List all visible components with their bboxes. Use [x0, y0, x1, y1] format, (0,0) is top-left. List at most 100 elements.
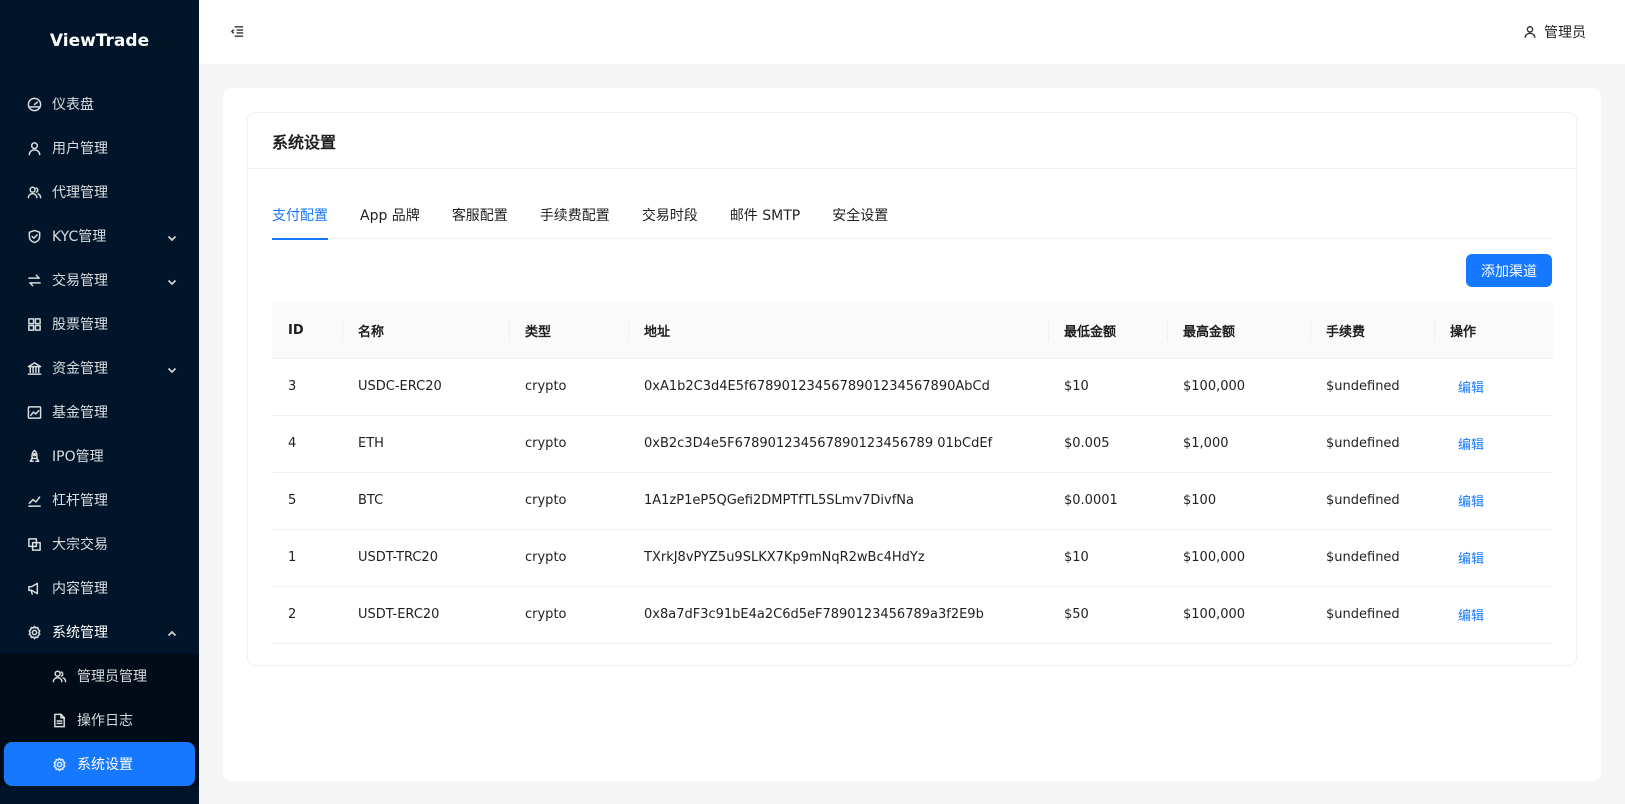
table-header-row: ID 名称 类型 地址 最低金额 最高金额 手续费 操作 [272, 303, 1553, 359]
cell-min-amount: $10 [1048, 358, 1167, 416]
sidebar-item-fund-products[interactable]: 基金管理 [0, 390, 199, 434]
user-icon [1524, 26, 1536, 38]
cell-name: USDT-ERC20 [342, 586, 509, 644]
sidebar-item-label: 交易管理 [52, 273, 108, 289]
column-header: 手续费 [1310, 303, 1434, 359]
cell-name: USDC-ERC20 [342, 358, 509, 416]
tab-security[interactable]: 安全设置 [832, 195, 888, 239]
add-channel-button[interactable]: 添加渠道 [1466, 254, 1552, 287]
sidebar-item-leverage[interactable]: 杠杆管理 [0, 478, 199, 522]
block-icon [26, 536, 42, 552]
cell-address: 1A1zP1eP5QGefi2DMPTfTL5SLmv7DivfNa [628, 472, 1048, 530]
chevron-up-icon [167, 627, 177, 637]
sidebar-item-label: 股票管理 [52, 317, 108, 333]
sidebar-item-label: 资金管理 [52, 361, 108, 377]
user-icon [26, 140, 42, 156]
sidebar-item-dashboard[interactable]: 仪表盘 [0, 82, 199, 126]
fund-icon [26, 404, 42, 420]
cell-name: BTC [342, 472, 509, 530]
sidebar-item-label: 基金管理 [52, 405, 108, 421]
cell-address: 0x8a7dF3c91bE4a2C6d5eF7890123456789a3f2E… [628, 586, 1048, 644]
tab-payment-config[interactable]: 支付配置 [272, 195, 328, 240]
cell-min-amount: $0.0001 [1048, 472, 1167, 530]
edit-link[interactable]: 编辑 [1450, 438, 1484, 453]
rocket-icon [26, 448, 42, 464]
user-name: 管理员 [1544, 25, 1586, 41]
sidebar-item-label: 系统设置 [77, 757, 133, 773]
table-row: 3 USDC-ERC20 crypto 0xA1b2C3d4E5f6789012… [272, 358, 1553, 416]
sidebar-item-block-trade[interactable]: 大宗交易 [0, 522, 199, 566]
sidebar: ViewTrade 仪表盘 用户管理 代理管理 KYC管理 交易管理 股票管理 [0, 0, 199, 804]
column-header: 类型 [509, 303, 628, 359]
tab-app-brand[interactable]: App 品牌 [360, 195, 420, 239]
sidebar-item-stocks[interactable]: 股票管理 [0, 302, 199, 346]
cell-address: 0xA1b2C3d4E5f6789012345678901234567890Ab… [628, 358, 1048, 416]
menu-fold-icon[interactable] [230, 24, 246, 40]
edit-link[interactable]: 编辑 [1450, 381, 1484, 396]
cell-id: 3 [272, 358, 342, 416]
cell-id: 1 [272, 529, 342, 587]
sidebar-item-trades[interactable]: 交易管理 [0, 258, 199, 302]
edit-link[interactable]: 编辑 [1450, 495, 1484, 510]
sidebar-item-label: KYC管理 [52, 229, 107, 245]
column-header: 最高金额 [1167, 303, 1310, 359]
chevron-down-icon [167, 275, 177, 286]
cell-min-amount: $10 [1048, 529, 1167, 587]
setting-icon [26, 624, 42, 640]
tab-trading-hours[interactable]: 交易时段 [642, 195, 698, 239]
cell-id: 2 [272, 586, 342, 644]
cell-max-amount: $100,000 [1167, 358, 1310, 416]
cell-max-amount: $100,000 [1167, 529, 1310, 587]
shield-icon [26, 228, 42, 244]
table-row: 1 USDT-TRC20 crypto TXrkJ8vPYZ5u9SLKX7Kp… [272, 529, 1553, 587]
sidebar-item-label: 仪表盘 [52, 97, 94, 113]
sidebar-item-system[interactable]: 系统管理 [0, 610, 199, 654]
app-logo: ViewTrade [49, 31, 150, 51]
sidebar-item-label: 用户管理 [52, 141, 108, 157]
tab-smtp[interactable]: 邮件 SMTP [730, 195, 800, 239]
sidebar-item-funds[interactable]: 资金管理 [0, 346, 199, 390]
column-header: 地址 [628, 303, 1048, 359]
sidebar-item-label: 代理管理 [52, 185, 108, 201]
column-header: 名称 [342, 303, 509, 359]
cell-min-amount: $0.005 [1048, 415, 1167, 473]
sidebar-item-label: 内容管理 [52, 581, 108, 597]
sidebar-item-kyc[interactable]: KYC管理 [0, 214, 199, 258]
column-header: 最低金额 [1048, 303, 1167, 359]
edit-link[interactable]: 编辑 [1450, 609, 1484, 624]
setting-icon [51, 756, 67, 772]
payment-channels-table: ID 名称 类型 地址 最低金额 最高金额 手续费 操作 3 USDC-ERC2… [272, 303, 1553, 644]
cell-max-amount: $1,000 [1167, 415, 1310, 473]
sidebar-item-label: 管理员管理 [77, 669, 147, 685]
sidebar-menu: 仪表盘 用户管理 代理管理 KYC管理 交易管理 股票管理 资金管理 基金管理 … [0, 82, 199, 786]
tab-fee-config[interactable]: 手续费配置 [540, 195, 610, 239]
cell-address: 0xB2c3D4e5F678901234567890123456789 01bC… [628, 415, 1048, 473]
sidebar-item-content[interactable]: 内容管理 [0, 566, 199, 610]
cell-type: crypto [509, 529, 628, 587]
cell-fee: $undefined [1310, 415, 1434, 473]
sidebar-item-agents[interactable]: 代理管理 [0, 170, 199, 214]
cell-max-amount: $100 [1167, 472, 1310, 530]
user-menu[interactable]: 管理员 [1523, 22, 1586, 42]
settings-card: 系统设置 支付配置 App 品牌 客服配置 手续费配置 交易时段 邮件 SMTP… [247, 112, 1577, 666]
sidebar-item-operation-log[interactable]: 操作日志 [0, 698, 199, 742]
sidebar-item-admins[interactable]: 管理员管理 [0, 654, 199, 698]
sidebar-item-label: 系统管理 [52, 625, 108, 641]
cell-min-amount: $50 [1048, 586, 1167, 644]
table-row: 4 ETH crypto 0xB2c3D4e5F6789012345678901… [272, 415, 1553, 473]
column-header: 操作 [1434, 303, 1553, 359]
chevron-down-icon [167, 231, 177, 242]
cell-fee: $undefined [1310, 358, 1434, 416]
sidebar-item-ipo[interactable]: IPO管理 [0, 434, 199, 478]
system-submenu: 管理员管理 操作日志 系统设置 [0, 654, 199, 786]
cell-id: 4 [272, 415, 342, 473]
cell-address: TXrkJ8vPYZ5u9SLKX7Kp9mNqR2wBc4HdYz [628, 529, 1048, 587]
edit-link[interactable]: 编辑 [1450, 552, 1484, 567]
cell-type: crypto [509, 358, 628, 416]
tab-customer-service[interactable]: 客服配置 [452, 195, 508, 239]
sidebar-item-system-settings[interactable]: 系统设置 [4, 742, 195, 786]
team-icon [26, 184, 42, 200]
sidebar-item-users[interactable]: 用户管理 [0, 126, 199, 170]
cell-id: 5 [272, 472, 342, 530]
cell-name: ETH [342, 415, 509, 473]
